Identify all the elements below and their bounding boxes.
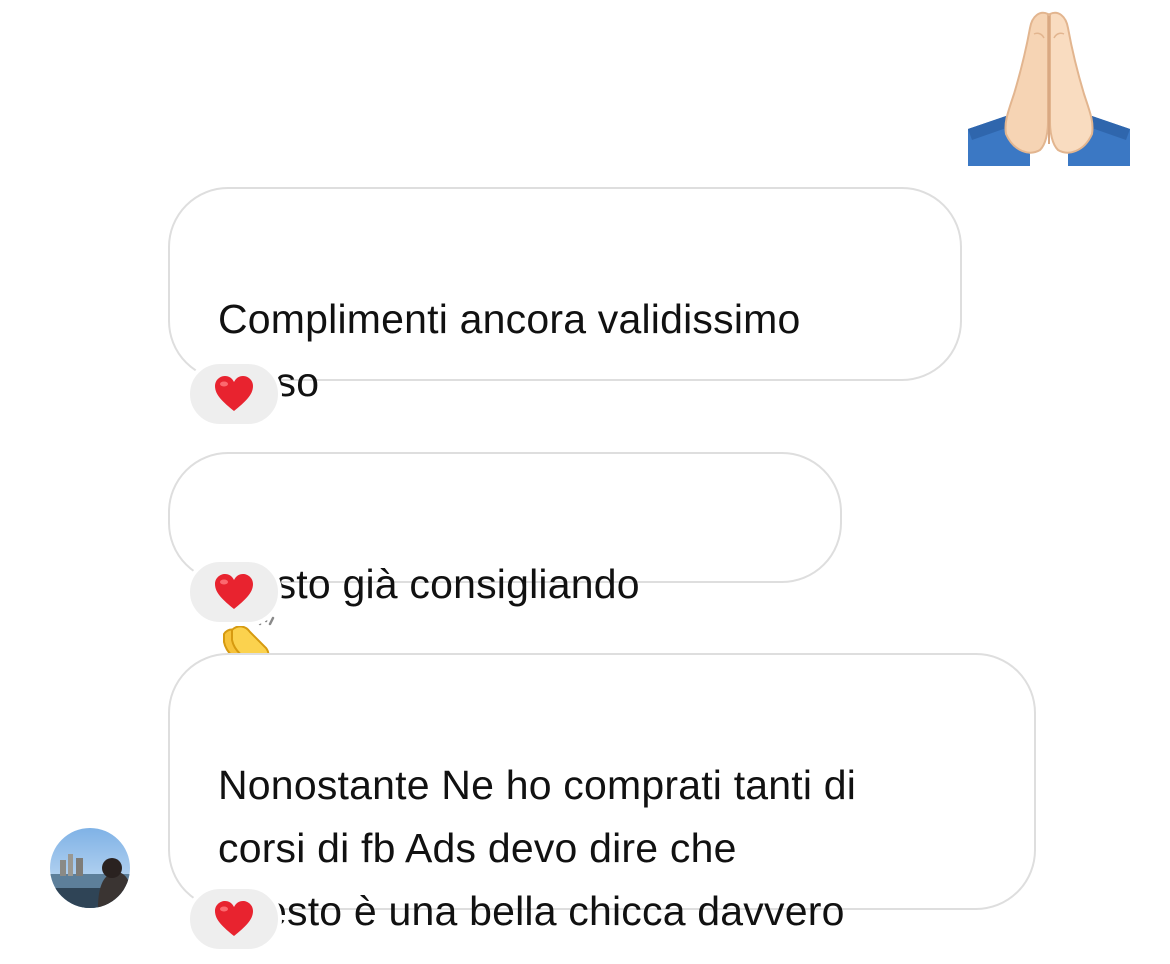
reaction-badge[interactable]: [186, 885, 282, 953]
red-heart-icon: [215, 901, 253, 936]
message-bubble[interactable]: Nonostante Ne ho comprati tanti di corsi…: [168, 653, 1036, 934]
red-heart-icon: [215, 376, 253, 411]
message-text: Complimenti ancora validissimo corso: [218, 296, 801, 405]
red-heart-icon: [215, 574, 253, 609]
message-bubble[interactable]: Lo sto già consigliando: [168, 452, 842, 734]
message-text: Nonostante Ne ho comprati tanti di corsi…: [218, 762, 857, 934]
folded-hands-icon[interactable]: [968, 4, 1130, 166]
message-bubble[interactable]: Complimenti ancora validissimo corso: [168, 187, 962, 666]
avatar[interactable]: [50, 828, 130, 908]
reaction-badge[interactable]: [186, 360, 282, 428]
reaction-badge[interactable]: [186, 558, 282, 626]
